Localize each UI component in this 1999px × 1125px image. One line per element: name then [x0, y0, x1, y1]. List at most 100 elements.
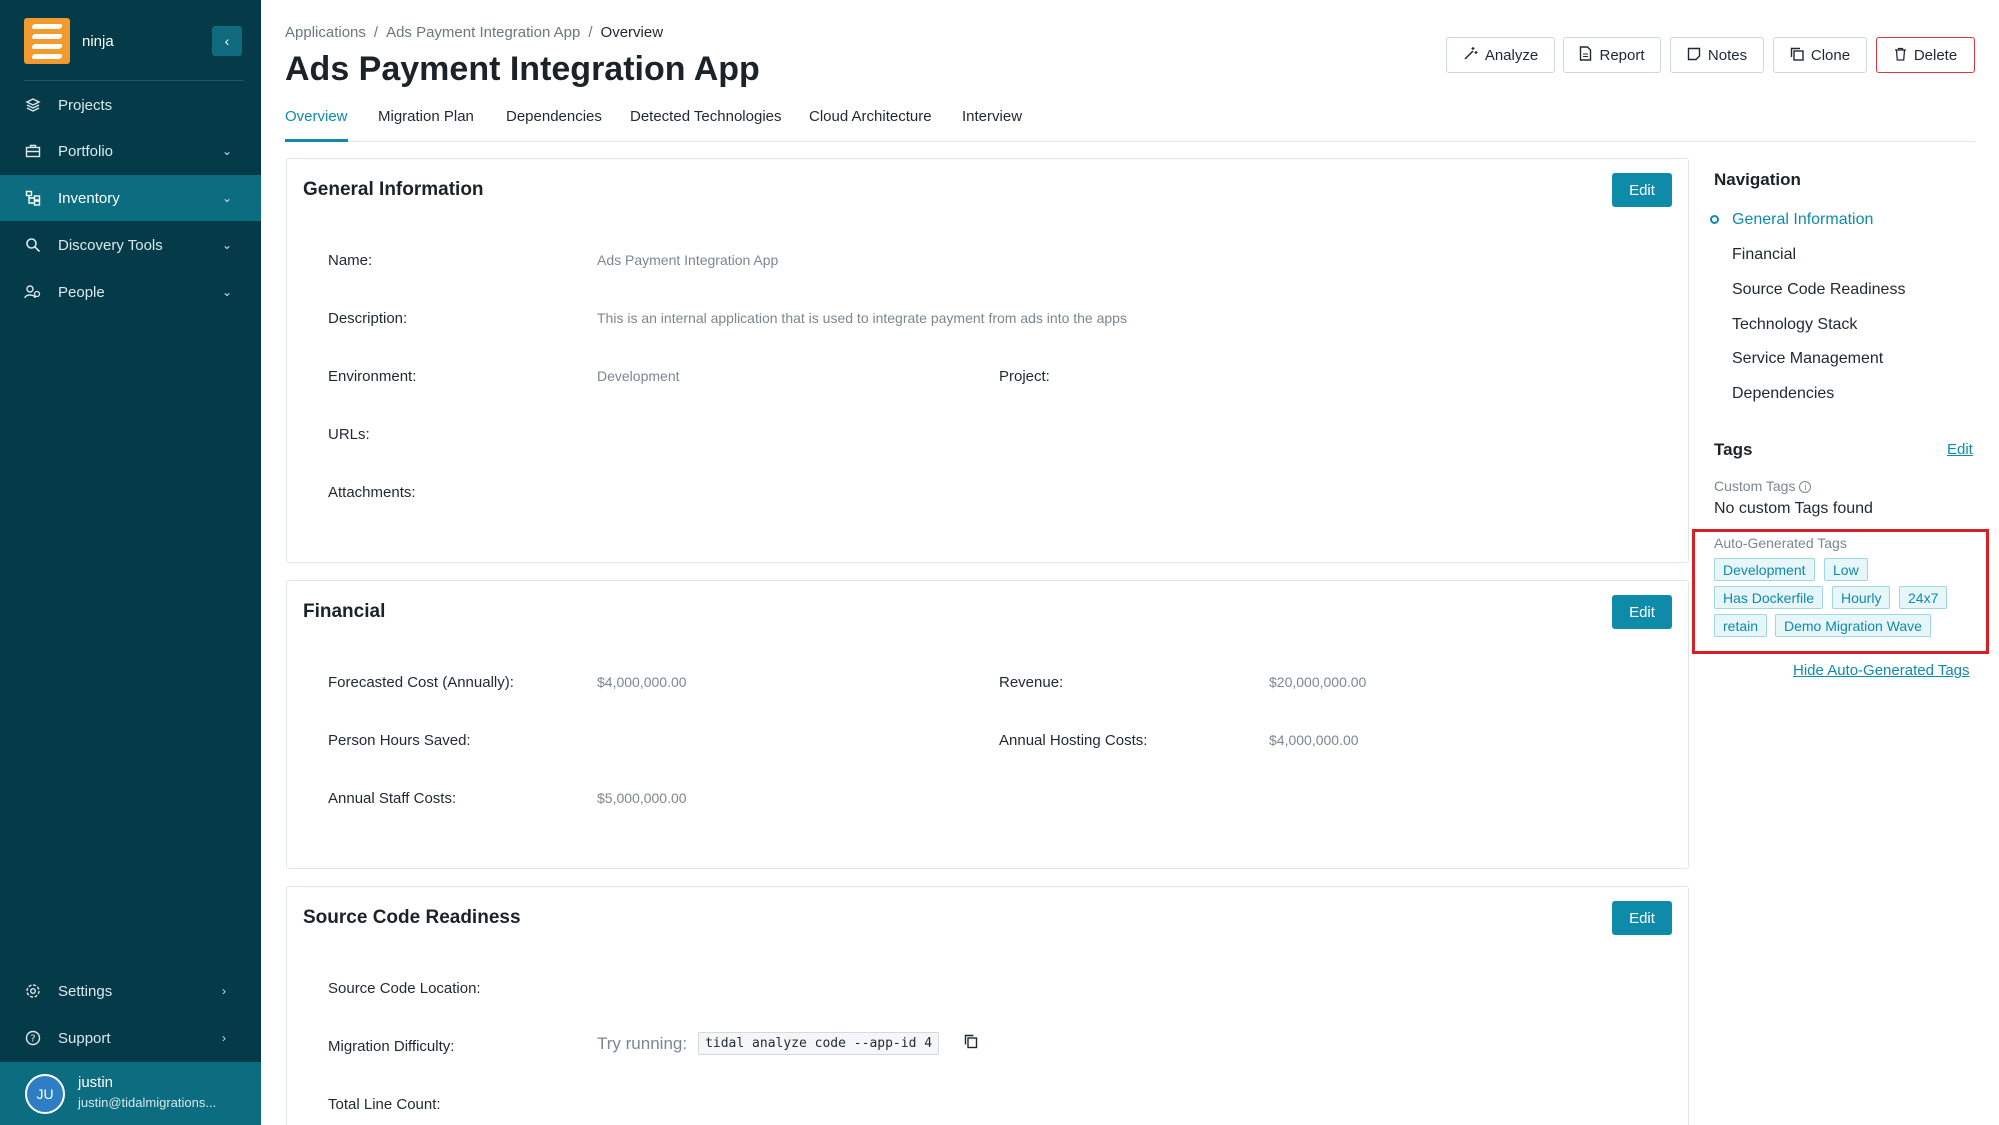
name-value: Ads Payment Integration App — [597, 252, 779, 268]
breadcrumb-separator: / — [373, 24, 379, 41]
sidebar-item-label: People — [58, 283, 105, 301]
try-running-row: Try running: tidal analyze code --app-id… — [597, 1032, 978, 1055]
sidebar-item-label: Discovery Tools — [58, 236, 163, 254]
nav-link-dependencies[interactable]: Dependencies — [1732, 385, 1834, 403]
sidebar-item-projects[interactable]: Projects — [0, 82, 261, 128]
sidebar-item-people[interactable]: People ⌄ — [0, 269, 261, 315]
delete-label: Delete — [1913, 46, 1958, 64]
hosting-cost-label: Annual Hosting Costs: — [999, 732, 1148, 749]
custom-tags-label: Custom Tags i — [1714, 478, 1812, 494]
chevron-down-icon: ⌄ — [222, 285, 233, 299]
sidebar-divider — [24, 80, 244, 81]
help-icon: ? — [24, 1029, 42, 1047]
collapse-sidebar-button[interactable]: ‹ — [212, 26, 242, 56]
report-button[interactable]: Report — [1563, 37, 1661, 73]
chevron-down-icon: ⌄ — [222, 191, 233, 205]
magic-wand-icon — [1463, 46, 1478, 64]
breadcrumb-app[interactable]: Ads Payment Integration App — [386, 24, 580, 41]
tag-chip[interactable]: 24x7 — [1899, 586, 1948, 609]
financial-card: Financial Edit Forecasted Cost (Annually… — [286, 580, 1689, 869]
layers-icon — [24, 96, 42, 114]
card-title: General Information — [303, 179, 484, 200]
nav-link-general-information[interactable]: General Information — [1732, 211, 1873, 229]
tag-chip[interactable]: Development — [1714, 558, 1815, 581]
tab-bar: Overview Migration Plan Dependencies Det… — [285, 108, 1975, 142]
tab-cloud-architecture[interactable]: Cloud Architecture — [809, 108, 932, 142]
tab-dependencies[interactable]: Dependencies — [506, 108, 602, 142]
navigation-title: Navigation — [1714, 170, 1801, 189]
command-snippet: tidal analyze code --app-id 4 — [698, 1032, 940, 1055]
tab-interview[interactable]: Interview — [962, 108, 1022, 142]
hours-saved-label: Person Hours Saved: — [328, 732, 471, 749]
notes-button[interactable]: Notes — [1670, 37, 1764, 73]
chevron-down-icon: ⌄ — [222, 238, 233, 252]
sidebar-item-portfolio[interactable]: Portfolio ⌄ — [0, 128, 261, 174]
project-label: Project: — [999, 368, 1050, 385]
chevron-right-icon: › — [222, 1031, 226, 1045]
analyze-label: Analyze — [1484, 46, 1539, 64]
nav-link-financial[interactable]: Financial — [1732, 246, 1796, 264]
delete-button[interactable]: Delete — [1876, 37, 1975, 73]
name-label: Name: — [328, 252, 373, 269]
breadcrumb-applications[interactable]: Applications — [285, 24, 366, 41]
clone-label: Clone — [1810, 46, 1851, 64]
sidebar-item-support[interactable]: ? Support › — [0, 1015, 261, 1061]
gear-icon — [24, 982, 42, 1000]
notes-label: Notes — [1707, 46, 1748, 64]
sidebar: ninja ‹ Projects Portfolio ⌄ Inventory ⌄… — [0, 0, 261, 1125]
sidebar-item-inventory[interactable]: Inventory ⌄ — [0, 175, 261, 221]
tag-chip[interactable]: Low — [1824, 558, 1868, 581]
info-icon[interactable]: i — [1799, 481, 1812, 494]
tab-overview[interactable]: Overview — [285, 108, 348, 142]
edit-general-button[interactable]: Edit — [1612, 173, 1672, 207]
urls-label: URLs: — [328, 426, 370, 443]
sidebar-item-settings[interactable]: Settings › — [0, 968, 261, 1014]
document-icon — [1579, 46, 1592, 64]
chevron-left-icon: ‹ — [224, 33, 230, 49]
sidebar-item-label: Settings — [58, 982, 113, 1000]
no-custom-tags-text: No custom Tags found — [1714, 500, 1873, 517]
migration-difficulty-label: Migration Difficulty: — [328, 1038, 455, 1055]
sidebar-item-discovery-tools[interactable]: Discovery Tools ⌄ — [0, 222, 261, 268]
hosting-cost-value: $4,000,000.00 — [1269, 732, 1359, 748]
tag-chip[interactable]: Demo Migration Wave — [1775, 614, 1931, 637]
hide-auto-tags-link[interactable]: Hide Auto-Generated Tags — [1793, 662, 1970, 679]
edit-source-code-button[interactable]: Edit — [1612, 901, 1672, 935]
tag-chip[interactable]: Has Dockerfile — [1714, 586, 1824, 609]
avatar: JU — [25, 1074, 65, 1114]
breadcrumb-separator: / — [588, 24, 593, 41]
people-icon — [24, 283, 42, 301]
sidebar-item-label: Inventory — [58, 189, 120, 207]
source-code-readiness-card: Source Code Readiness Edit Source Code L… — [286, 886, 1689, 1125]
tab-migration-plan[interactable]: Migration Plan — [378, 108, 474, 142]
environment-value: Development — [597, 368, 680, 384]
description-label: Description: — [328, 310, 408, 327]
copy-icon[interactable] — [964, 1034, 978, 1054]
source-location-label: Source Code Location: — [328, 980, 481, 997]
revenue-value: $20,000,000.00 — [1269, 674, 1367, 690]
edit-financial-button[interactable]: Edit — [1612, 595, 1672, 629]
edit-tags-link[interactable]: Edit — [1947, 441, 1973, 458]
org-switcher[interactable]: ninja — [24, 18, 244, 64]
attachments-label: Attachments: — [328, 484, 416, 501]
auto-tags-label: Auto-Generated Tags — [1714, 535, 1847, 551]
nav-link-service-management[interactable]: Service Management — [1732, 350, 1883, 368]
try-running-label: Try running: — [597, 1033, 688, 1053]
tag-chip[interactable]: Hourly — [1832, 586, 1891, 609]
nav-link-technology-stack[interactable]: Technology Stack — [1732, 316, 1857, 334]
staff-cost-value: $5,000,000.00 — [597, 790, 687, 806]
staff-cost-label: Annual Staff Costs: — [328, 790, 457, 807]
active-indicator-dot — [1710, 215, 1719, 224]
breadcrumb: Applications / Ads Payment Integration App… — [285, 24, 663, 41]
chevron-down-icon: ⌄ — [222, 144, 233, 158]
tag-chip[interactable]: retain — [1714, 614, 1768, 637]
tab-detected-technologies[interactable]: Detected Technologies — [630, 108, 782, 142]
svg-text:?: ? — [30, 1034, 35, 1045]
user-menu[interactable]: JU justin justin@tidalmigrations... — [0, 1062, 261, 1125]
custom-tags-label-text: Custom Tags — [1714, 478, 1796, 494]
note-icon — [1687, 47, 1701, 64]
analyze-button[interactable]: Analyze — [1446, 37, 1555, 73]
general-information-card: General Information Edit Name: Ads Payme… — [286, 158, 1689, 563]
nav-link-source-code-readiness[interactable]: Source Code Readiness — [1732, 281, 1905, 299]
clone-button[interactable]: Clone — [1773, 37, 1867, 73]
